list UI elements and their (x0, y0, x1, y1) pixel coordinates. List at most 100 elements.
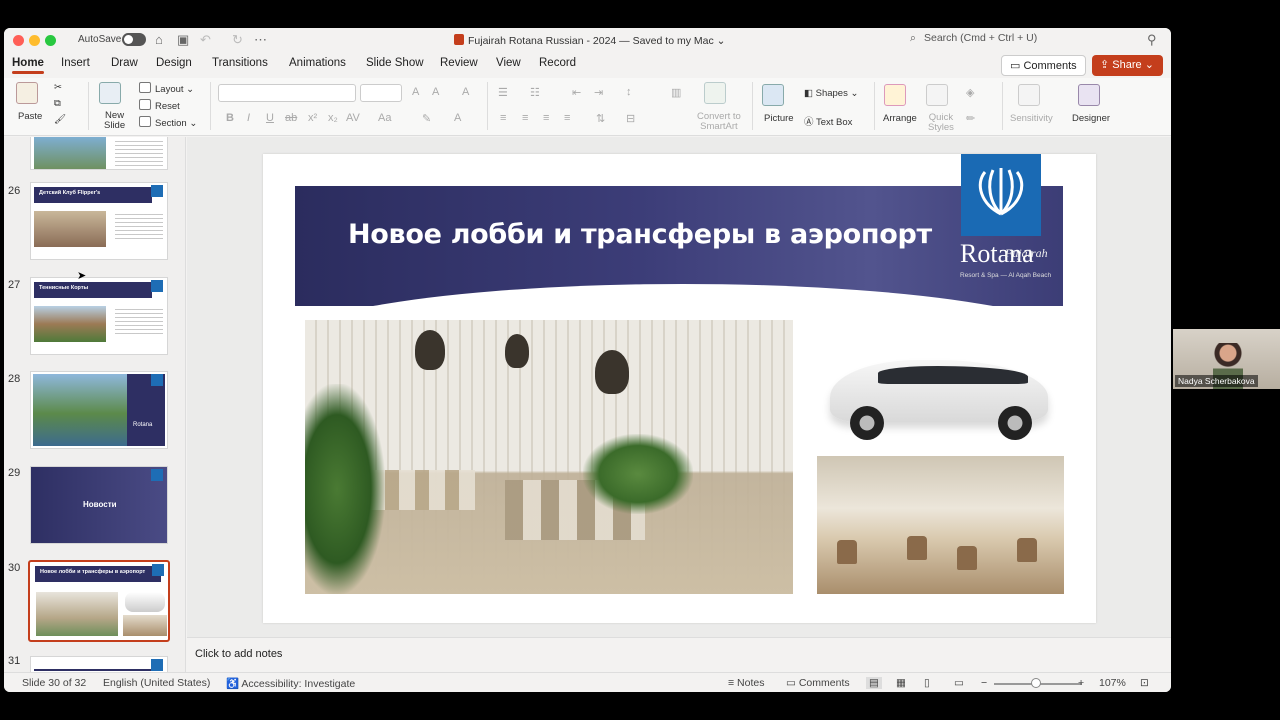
increase-indent-icon[interactable]: ⇥ (594, 86, 603, 99)
increase-font-icon[interactable]: A (412, 86, 419, 98)
quick-styles-icon[interactable] (926, 84, 948, 106)
redo-icon[interactable]: ↻ (232, 32, 243, 48)
slide-thumbnail-panel[interactable]: 26 Детский Клуб Flipper's 27 Теннисные К… (4, 137, 186, 672)
arrange-button[interactable]: Arrange (883, 113, 917, 124)
tab-review[interactable]: Review (440, 57, 478, 69)
character-spacing-icon[interactable]: AV (346, 112, 360, 124)
reading-view-icon[interactable]: ▯ (924, 677, 930, 689)
line-spacing-icon[interactable]: ↕ (626, 86, 632, 98)
comments-toggle[interactable]: ▭ Comments (786, 677, 850, 689)
cafe-photo[interactable] (817, 456, 1064, 594)
clear-formatting-icon[interactable]: A (462, 86, 469, 98)
tab-slide-show[interactable]: Slide Show (366, 57, 424, 69)
text-direction-icon[interactable]: ⇅ (596, 112, 605, 125)
share-button[interactable]: ⇪ Share ⌄ (1092, 55, 1163, 76)
superscript-icon[interactable]: x² (308, 112, 317, 124)
designer-button[interactable]: Designer (1072, 113, 1110, 124)
shapes-button[interactable]: ◧ Shapes ⌄ (804, 88, 858, 99)
accessibility-status[interactable]: ♿ Accessibility: Investigate (226, 677, 355, 690)
columns-icon[interactable]: ▥ (671, 86, 681, 99)
shape-fill-icon[interactable]: ◈ (966, 86, 974, 99)
italic-icon[interactable]: I (247, 112, 250, 124)
strikethrough-icon[interactable]: ab (285, 112, 297, 124)
cut-icon[interactable]: ✂ (54, 82, 62, 93)
convert-smartart-button[interactable]: Convert to SmartArt (697, 112, 741, 132)
current-slide[interactable]: Новое лобби и трансферы в аэропорт Rotan… (263, 154, 1096, 623)
tab-animations[interactable]: Animations (289, 57, 346, 69)
notes-placeholder[interactable]: Click to add notes (195, 648, 282, 660)
sensitivity-button[interactable]: Sensitivity (1010, 113, 1053, 124)
search-input[interactable]: ⌕ Search (Cmd + Ctrl + U) (910, 32, 1140, 48)
sensitivity-icon[interactable] (1018, 84, 1040, 106)
tab-insert[interactable]: Insert (61, 57, 90, 69)
slide-thumbnail[interactable]: Детский Клуб Flipper's (30, 182, 168, 260)
designer-icon[interactable] (1078, 84, 1100, 106)
slide-thumbnail[interactable] (30, 656, 168, 672)
font-family-select[interactable] (218, 84, 356, 102)
font-color-icon[interactable]: A (454, 112, 461, 124)
numbering-icon[interactable]: ☷ (530, 86, 540, 99)
format-painter-icon[interactable]: 🖌 (54, 114, 66, 125)
tab-draw[interactable]: Draw (111, 57, 138, 69)
align-left-icon[interactable]: ≡ (500, 112, 506, 124)
notes-pane[interactable]: Click to add notes (187, 637, 1171, 672)
align-text-icon[interactable]: ⊟ (626, 112, 635, 125)
zoom-out-icon[interactable]: − (981, 677, 987, 689)
slide-thumbnail[interactable]: Rotana (30, 371, 168, 449)
tab-record[interactable]: Record (539, 57, 576, 69)
slide-thumbnail[interactable] (30, 137, 168, 170)
home-icon[interactable]: ⌂ (155, 32, 163, 48)
slide-title[interactable]: Новое лобби и трансферы в аэропорт (348, 219, 932, 250)
shape-outline-icon[interactable]: ✏ (966, 112, 975, 125)
decrease-indent-icon[interactable]: ⇤ (572, 86, 581, 99)
highlight-icon[interactable]: ✎ (422, 112, 431, 125)
copy-icon[interactable]: ⧉ (54, 98, 61, 109)
bullets-icon[interactable]: ☰ (498, 86, 508, 99)
transfer-car-photo[interactable] (828, 340, 1050, 444)
normal-view-icon[interactable]: ▤ (866, 677, 882, 689)
new-slide-button[interactable]: New Slide (104, 111, 125, 131)
fit-to-window-icon[interactable]: ⊡ (1140, 677, 1149, 689)
tab-transitions[interactable]: Transitions (212, 57, 268, 69)
bold-icon[interactable]: B (226, 112, 234, 124)
comments-button[interactable]: ▭ Comments (1001, 55, 1086, 76)
rotana-logo[interactable] (961, 154, 1041, 236)
new-slide-icon[interactable] (99, 82, 121, 104)
slideshow-icon[interactable]: ▭ (954, 677, 964, 689)
zoom-slider-handle[interactable] (1031, 678, 1041, 688)
maximize-window-button[interactable] (45, 35, 56, 46)
decrease-font-icon[interactable]: A (432, 86, 439, 98)
paste-icon[interactable] (16, 82, 38, 104)
undo-icon[interactable]: ↶ (200, 32, 211, 48)
tab-view[interactable]: View (496, 57, 521, 69)
align-right-icon[interactable]: ≡ (543, 112, 549, 124)
picture-button[interactable]: Picture (764, 113, 794, 124)
paste-button-label[interactable]: Paste (18, 111, 42, 122)
justify-icon[interactable]: ≡ (564, 112, 570, 124)
save-icon[interactable]: ▣ (177, 32, 189, 48)
arrange-icon[interactable] (884, 84, 906, 106)
underline-icon[interactable]: U (266, 112, 274, 124)
slide-sorter-icon[interactable]: ▦ (896, 677, 906, 689)
zoom-level[interactable]: 107% (1099, 677, 1126, 689)
tab-design[interactable]: Design (156, 57, 192, 69)
slide-thumbnail[interactable]: Теннисные Корты (30, 277, 168, 355)
minimize-window-button[interactable] (29, 35, 40, 46)
close-window-button[interactable] (13, 35, 24, 46)
zoom-in-icon[interactable]: + (1078, 677, 1084, 689)
align-center-icon[interactable]: ≡ (522, 112, 528, 124)
tab-home[interactable]: Home (12, 57, 44, 74)
change-case-icon[interactable]: Aa (378, 112, 391, 124)
picture-icon[interactable] (762, 84, 784, 106)
slide-editor-canvas[interactable]: Новое лобби и трансферы в аэропорт Rotan… (187, 137, 1171, 637)
section-button[interactable]: Section ⌄ (139, 116, 197, 129)
text-box-button[interactable]: Ⓐ Text Box (804, 114, 852, 128)
smartart-icon[interactable] (704, 82, 726, 104)
quick-styles-button[interactable]: Quick Styles (928, 113, 954, 133)
layout-button[interactable]: Layout ⌄ (139, 82, 194, 95)
slide-thumbnail-selected[interactable]: Новое лобби и трансферы в аэропорт (28, 560, 170, 642)
subscript-icon[interactable]: x₂ (328, 112, 338, 124)
share-link-icon[interactable]: ⚲ (1147, 32, 1157, 48)
language-indicator[interactable]: English (United States) (103, 677, 210, 689)
font-size-select[interactable] (360, 84, 402, 102)
